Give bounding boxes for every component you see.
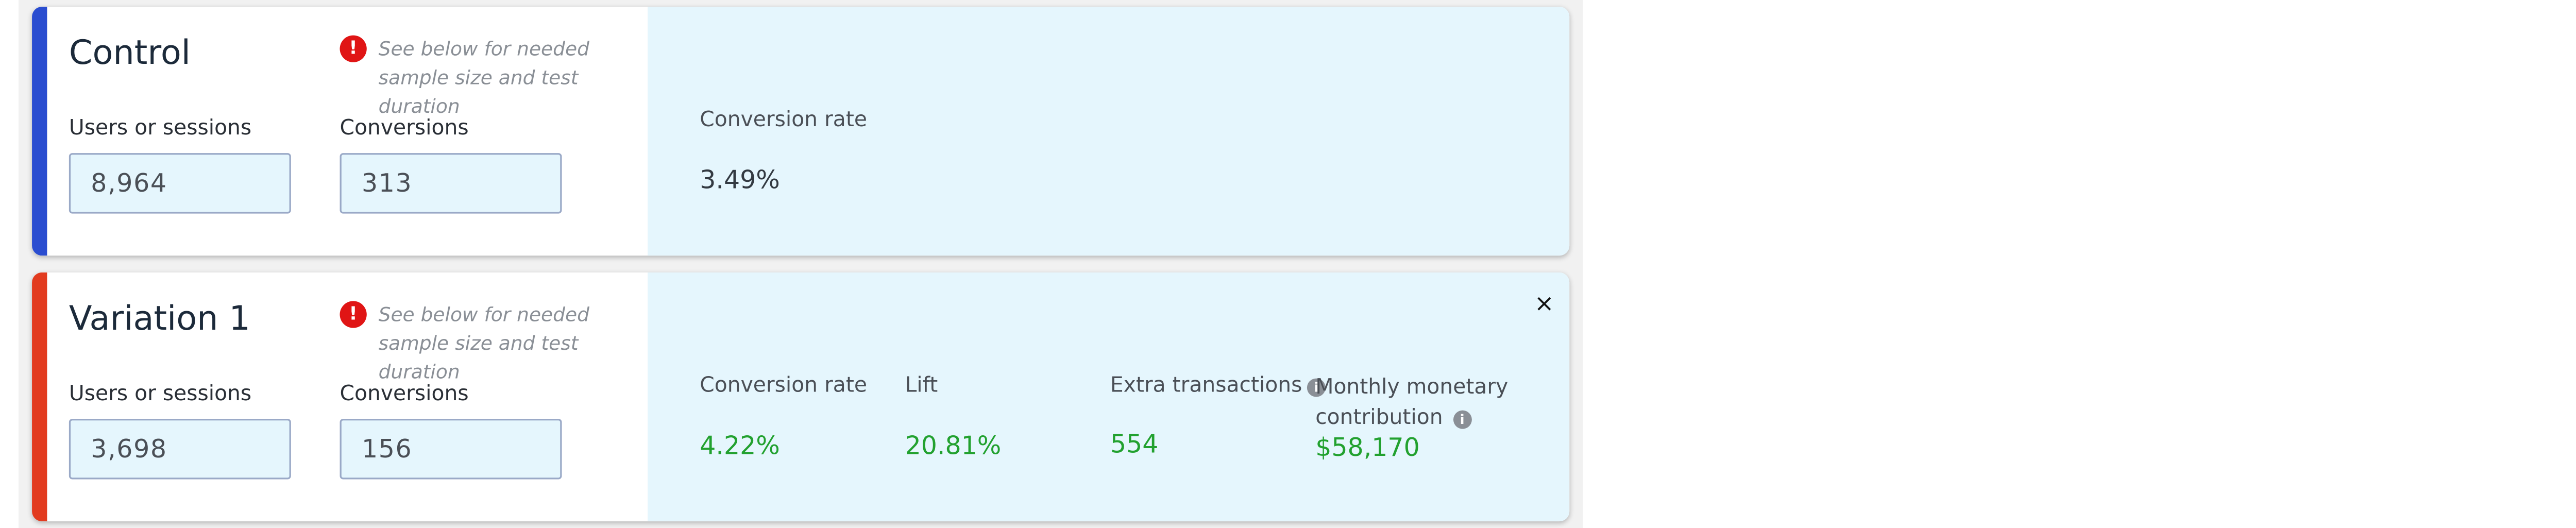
info-icon[interactable]: i bbox=[1453, 410, 1472, 429]
warning-icon: ! bbox=[340, 301, 367, 328]
extra-transactions-value: 554 bbox=[1110, 429, 1159, 459]
ab-test-calculator: Control ! See below for needed sample si… bbox=[0, 0, 2576, 528]
extra-transactions-label: Extra transactions i bbox=[1110, 372, 1326, 397]
control-conversion-rate-value: 3.49% bbox=[700, 164, 780, 195]
variation-warning-text: See below for needed sample size and tes… bbox=[378, 302, 589, 384]
extra-transactions-label-text: Extra transactions bbox=[1110, 371, 1302, 397]
control-conversions-input[interactable] bbox=[340, 153, 562, 214]
monthly-contribution-label-line2-wrap: contribution i bbox=[1315, 402, 1508, 432]
variation-color-stripe bbox=[32, 272, 47, 522]
monthly-contribution-value: $58,170 bbox=[1315, 432, 1420, 463]
control-title: Control bbox=[69, 32, 191, 73]
variation-users-label: Users or sessions bbox=[69, 380, 252, 405]
control-color-stripe bbox=[32, 7, 47, 256]
lift-label: Lift bbox=[905, 371, 938, 397]
control-conversion-rate-label: Conversion rate bbox=[700, 106, 867, 131]
lift-value: 20.81% bbox=[905, 430, 1002, 461]
variation-conversions-label: Conversions bbox=[340, 380, 469, 405]
control-users-input[interactable] bbox=[69, 153, 291, 214]
variation-users-input[interactable] bbox=[69, 418, 291, 480]
variation-card: Variation 1 ! See below for needed sampl… bbox=[32, 272, 1570, 522]
control-card: Control ! See below for needed sample si… bbox=[32, 7, 1570, 256]
control-warning-text: See below for needed sample size and tes… bbox=[378, 37, 589, 118]
control-results-panel: Conversion rate 3.49% bbox=[648, 7, 1570, 256]
close-icon[interactable]: × bbox=[1532, 293, 1556, 316]
variation-conversions-input[interactable] bbox=[340, 418, 562, 480]
variation-conversion-rate-value: 4.22% bbox=[700, 430, 780, 461]
control-users-label: Users or sessions bbox=[69, 114, 252, 140]
control-conversions-label: Conversions bbox=[340, 114, 469, 140]
monthly-contribution-label: Monthly monetary contribution i bbox=[1315, 372, 1508, 433]
monthly-contribution-label-line1: Monthly monetary bbox=[1315, 373, 1509, 399]
variation-conversion-rate-label: Conversion rate bbox=[700, 371, 867, 397]
variation-results-panel: Conversion rate 4.22% Lift 20.81% Extra … bbox=[648, 272, 1570, 522]
warning-icon: ! bbox=[340, 35, 367, 62]
monthly-contribution-label-line2: contribution bbox=[1315, 403, 1443, 429]
variation-title: Variation 1 bbox=[69, 297, 250, 338]
test-cards-container: Control ! See below for needed sample si… bbox=[18, 0, 1583, 528]
